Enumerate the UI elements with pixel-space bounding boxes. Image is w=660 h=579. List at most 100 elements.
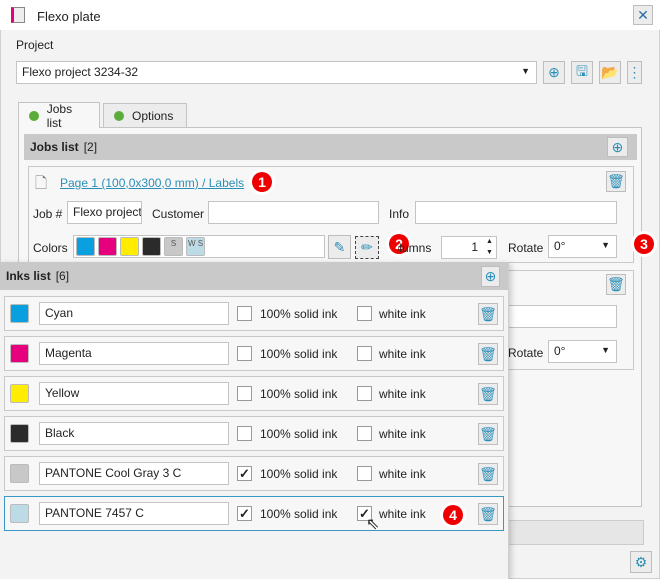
solid-ink-label: 100% solid ink (260, 467, 338, 481)
rotate-select[interactable]: 0° ▼ (548, 340, 617, 363)
white-ink-checkbox[interactable] (357, 306, 372, 321)
solid-ink-checkbox[interactable] (237, 346, 252, 361)
solid-ink-checkbox[interactable]: ✓ (237, 466, 252, 481)
jobs-list-header: Jobs list [2] (24, 134, 637, 160)
save-icon: 🖫 (576, 62, 588, 79)
ink-name-input[interactable]: Black (39, 422, 229, 445)
open-project-button[interactable]: 📂 (599, 61, 621, 84)
ink-color-swatch[interactable] (10, 424, 29, 443)
callout-badge: 3 (634, 234, 654, 254)
add-job-button[interactable]: ⊕ (607, 137, 628, 157)
ink-name-input[interactable]: PANTONE Cool Gray 3 C (39, 462, 229, 485)
chevron-down-icon: ▼ (521, 66, 530, 76)
ink-row: Black 100% solid ink white ink 🗑 (4, 416, 504, 451)
callout-badge: 4 (443, 505, 463, 525)
save-project-button[interactable]: 🖫 (571, 61, 593, 84)
color-swatch[interactable] (142, 237, 161, 256)
colors-field[interactable]: SW S (73, 235, 325, 258)
white-ink-label: white ink (379, 507, 426, 521)
white-ink-checkbox[interactable] (357, 426, 372, 441)
window-title: Flexo plate (37, 9, 101, 24)
folder-open-icon: 📂 (601, 64, 619, 80)
jobs-count: [2] (83, 140, 98, 154)
delete-ink-button[interactable]: 🗑 (478, 463, 498, 485)
plus-circle-icon: ⊕ (611, 138, 624, 155)
document-icon: 🗋 (35, 175, 48, 192)
color-swatch[interactable] (120, 237, 139, 256)
inks-count: [6] (55, 269, 70, 283)
solid-ink-checkbox[interactable] (237, 306, 252, 321)
gear-icon: ⚙ (634, 553, 648, 570)
job-number-label: Job # (33, 207, 63, 221)
plus-circle-icon: ⊕ (484, 268, 497, 284)
delete-ink-button[interactable]: 🗑 (478, 503, 498, 525)
job-number-input[interactable]: Flexo project (67, 201, 142, 224)
delete-ink-button[interactable]: 🗑 (478, 383, 498, 405)
customer-label: Customer (152, 207, 205, 221)
new-project-button[interactable]: ⊕ (543, 61, 565, 84)
color-swatch[interactable]: W S (186, 237, 205, 256)
settings-button[interactable]: ⚙ (630, 551, 652, 573)
ink-name-input[interactable]: Yellow (39, 382, 229, 405)
ink-color-swatch[interactable] (10, 384, 29, 403)
customer-input[interactable] (208, 201, 379, 224)
delete-ink-button[interactable]: 🗑 (478, 343, 498, 365)
ink-row: Cyan 100% solid ink white ink 🗑 (4, 296, 504, 331)
edit-colors-button[interactable]: ✏ (355, 236, 379, 259)
more-button[interactable]: ⋮ (627, 61, 642, 84)
white-ink-checkbox[interactable] (357, 346, 372, 361)
project-value: Flexo project 3234-32 (22, 65, 139, 79)
ink-color-swatch[interactable] (10, 344, 29, 363)
delete-job-button[interactable]: 🗑 (606, 171, 626, 192)
solid-ink-checkbox[interactable]: ✓ (237, 506, 252, 521)
close-button[interactable]: ✕ (633, 5, 653, 25)
rotate-value: 0° (554, 239, 566, 253)
pencil-icon: ✏ (361, 239, 373, 255)
solid-ink-checkbox[interactable] (237, 386, 252, 401)
tab-options[interactable]: Options (103, 103, 187, 128)
jobs-list-title: Jobs list (30, 140, 79, 154)
rotate-select[interactable]: 0° ▼ (548, 235, 617, 258)
ink-color-swatch[interactable] (10, 464, 29, 483)
white-ink-label: white ink (379, 307, 426, 321)
white-ink-label: white ink (379, 387, 426, 401)
delete-job-button[interactable]: 🗑 (606, 274, 626, 295)
white-ink-checkbox[interactable] (357, 466, 372, 481)
ink-color-swatch[interactable] (10, 504, 29, 523)
ink-row: Yellow 100% solid ink white ink 🗑 (4, 376, 504, 411)
white-ink-label: white ink (379, 467, 426, 481)
color-swatch[interactable] (98, 237, 117, 256)
white-ink-label: white ink (379, 427, 426, 441)
color-picker-button[interactable]: ✎ (328, 235, 351, 259)
tab-jobs-list[interactable]: Jobs list (18, 102, 100, 130)
ink-name-input[interactable]: Magenta (39, 342, 229, 365)
white-ink-checkbox[interactable] (357, 386, 372, 401)
white-ink-label: white ink (379, 347, 426, 361)
delete-ink-button[interactable]: 🗑 (478, 423, 498, 445)
chevron-down-icon: ▼ (601, 240, 610, 250)
job-link[interactable]: Page 1 (100,0x300,0 mm) / Labels (60, 176, 244, 190)
trash-icon: 🗑 (479, 465, 497, 482)
solid-ink-checkbox[interactable] (237, 426, 252, 441)
title-bar: Flexo plate ✕ (0, 0, 660, 30)
ink-color-swatch[interactable] (10, 304, 29, 323)
plus-circle-icon: ⊕ (548, 64, 560, 80)
delete-ink-button[interactable]: 🗑 (478, 303, 498, 325)
trash-icon: 🗑 (479, 425, 497, 442)
status-bar (500, 520, 644, 545)
trash-icon: 🗑 (479, 505, 497, 522)
add-ink-button[interactable]: ⊕ (481, 266, 500, 287)
stepper-arrows-icon[interactable]: ▲ ▼ (486, 236, 493, 258)
project-select[interactable]: Flexo project 3234-32 ▼ (16, 61, 537, 84)
trash-icon: 🗑 (479, 345, 497, 362)
ink-name-input[interactable]: PANTONE 7457 C (39, 502, 229, 525)
color-swatch[interactable]: S (164, 237, 183, 256)
info-label: Info (389, 207, 410, 221)
trash-icon: 🗑 (479, 305, 497, 322)
inks-list-header: Inks list [6] (0, 262, 508, 290)
color-swatch[interactable] (76, 237, 95, 256)
info-input[interactable] (415, 201, 617, 224)
status-dot-icon (114, 111, 124, 121)
trash-icon: 🗑 (479, 385, 497, 402)
ink-name-input[interactable]: Cyan (39, 302, 229, 325)
